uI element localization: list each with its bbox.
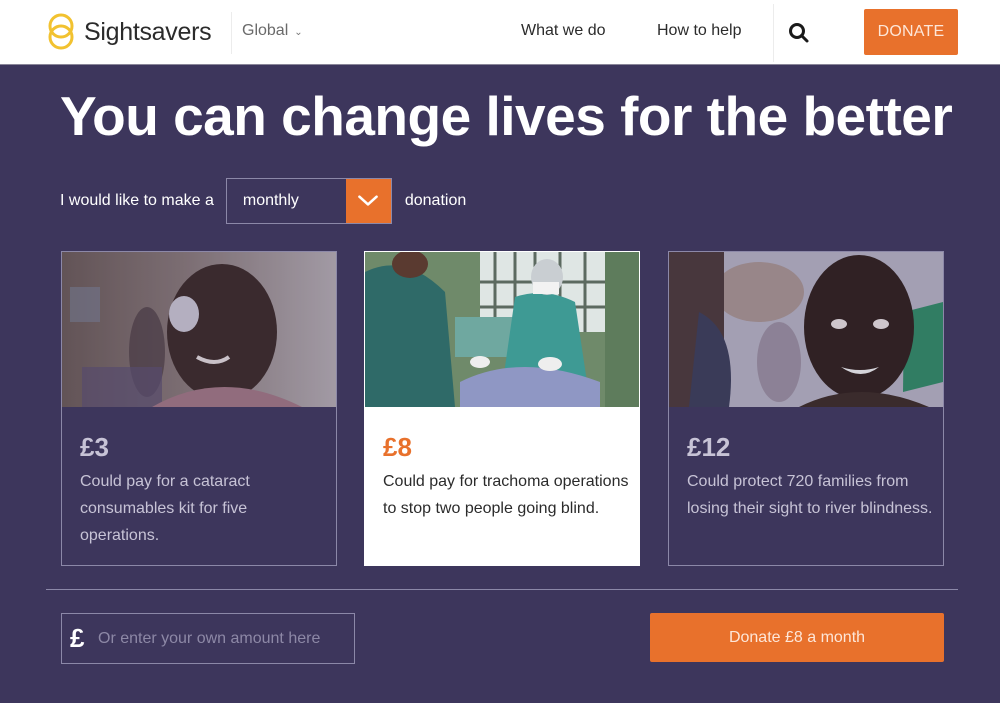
section-divider xyxy=(46,589,958,590)
brand-name: Sightsavers xyxy=(84,17,212,46)
donation-option-card[interactable]: £3 Could pay for a cataract consumables … xyxy=(61,251,337,566)
frequency-value: monthly xyxy=(226,179,346,223)
smiling-girl-photo xyxy=(669,252,943,407)
custom-amount-input[interactable] xyxy=(98,629,354,648)
region-selector[interactable]: Global ⌄ xyxy=(242,22,303,40)
nav-what-we-do[interactable]: What we do xyxy=(521,22,605,40)
card-amount: £3 xyxy=(80,432,109,462)
frequency-select[interactable]: monthly xyxy=(225,178,392,224)
logo-rings-icon xyxy=(48,13,74,50)
header-divider xyxy=(231,12,232,54)
site-header: Sightsavers Global ⌄ What we do How to h… xyxy=(0,0,1000,65)
custom-amount-field[interactable]: £ xyxy=(61,613,355,664)
page-title: You can change lives for the better xyxy=(60,85,953,147)
card-amount: £8 xyxy=(383,432,412,462)
pound-currency-icon: £ xyxy=(70,623,85,653)
donation-option-card[interactable]: £12 Could protect 720 families from losi… xyxy=(668,251,944,566)
header-divider xyxy=(773,4,774,62)
header-donate-button[interactable]: DONATE xyxy=(864,9,958,55)
sightsavers-logo[interactable]: Sightsavers xyxy=(46,12,212,52)
card-description: Could pay for a cataract consumables kit… xyxy=(80,473,250,544)
card-description: Could protect 720 families from losing t… xyxy=(687,473,933,517)
card-description: Could pay for trachoma operations to sto… xyxy=(383,473,629,517)
chevron-down-icon: ⌄ xyxy=(294,26,303,38)
frequency-suffix: donation xyxy=(404,192,467,209)
donation-option-card-selected[interactable]: £8 Could pay for trachoma operations to … xyxy=(364,251,640,566)
search-icon[interactable] xyxy=(788,22,810,44)
child-with-eye-patch-photo xyxy=(62,252,336,407)
donation-frequency-row: I would like to make a monthly donation xyxy=(60,178,466,224)
card-amount: £12 xyxy=(687,432,731,462)
region-label: Global xyxy=(242,22,289,39)
frequency-prefix: I would like to make a xyxy=(60,192,214,209)
surgeons-operating-photo xyxy=(365,252,639,407)
nav-how-to-help[interactable]: How to help xyxy=(657,22,742,40)
chevron-down-icon[interactable] xyxy=(345,179,391,223)
donate-submit-button[interactable]: Donate £8 a month xyxy=(650,613,944,662)
